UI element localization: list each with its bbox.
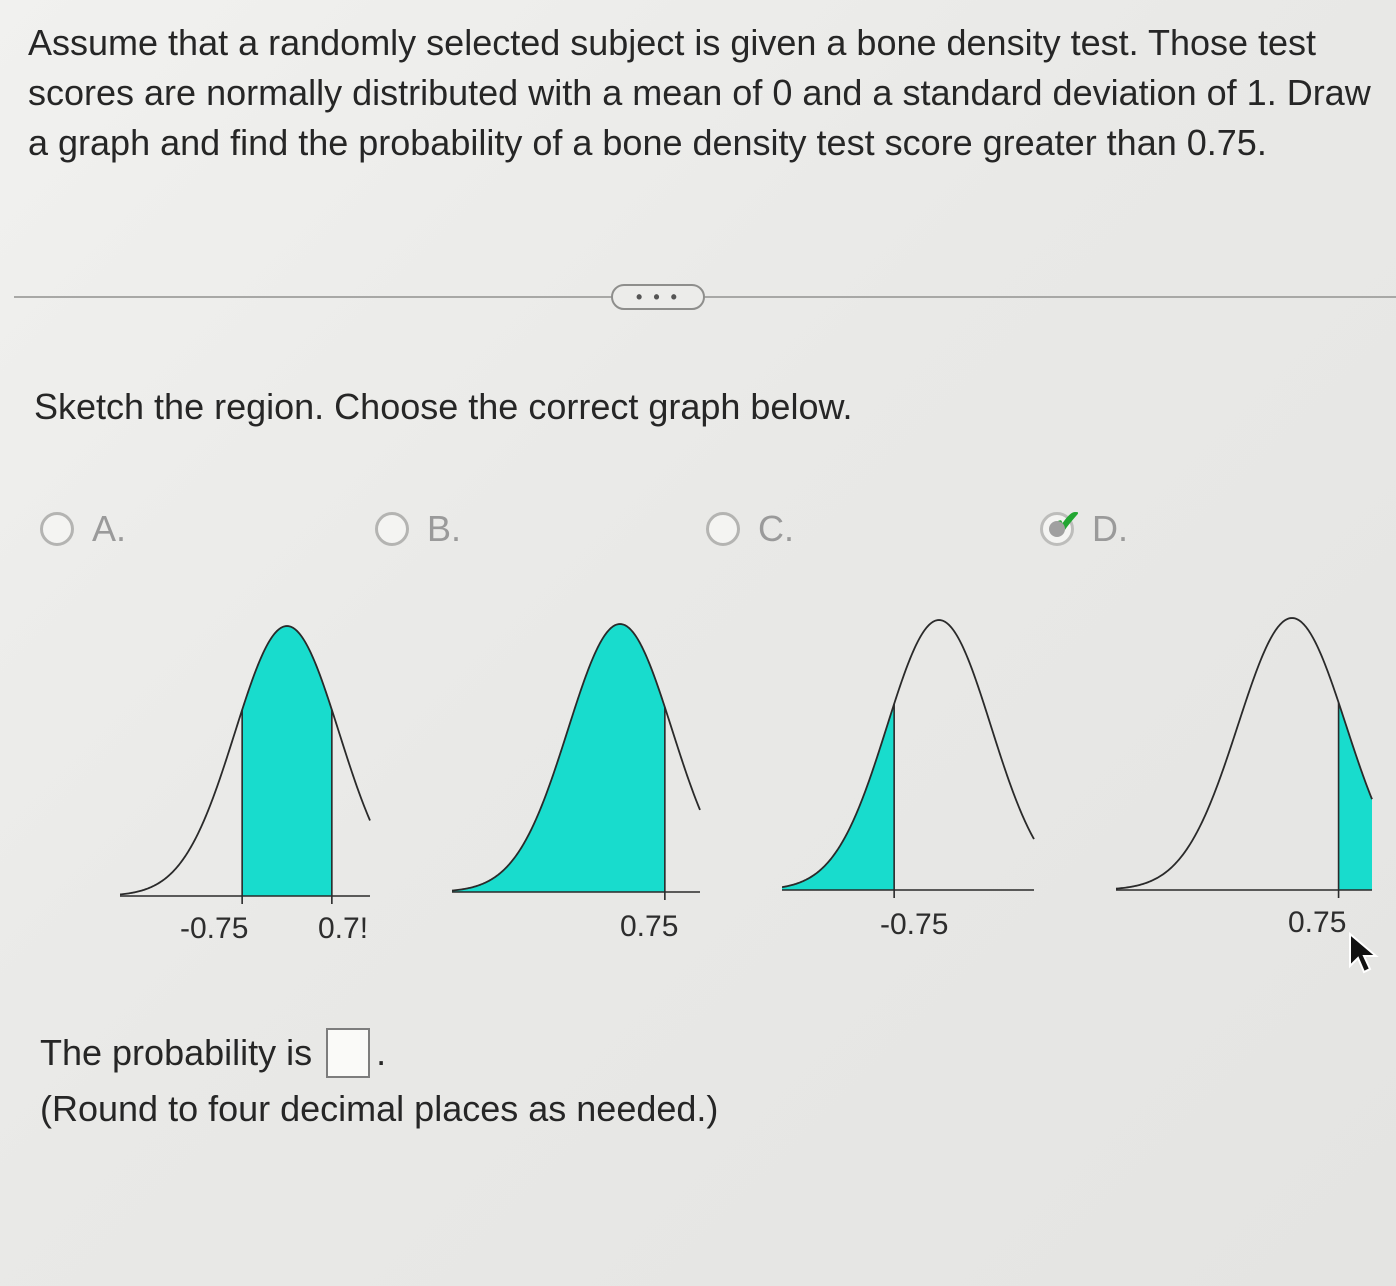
graph-c[interactable]: -0.75 bbox=[782, 600, 1042, 960]
check-icon: ✔ bbox=[1053, 504, 1082, 542]
shaded-region bbox=[1338, 702, 1372, 890]
answer-line: The probability is . bbox=[40, 1028, 386, 1078]
answer-prefix: The probability is bbox=[40, 1032, 313, 1073]
radio-button-d[interactable]: ✔ bbox=[1040, 504, 1082, 546]
question-text: Assume that a randomly selected subject … bbox=[28, 22, 1371, 163]
shaded-region bbox=[782, 703, 895, 890]
normal-curve bbox=[1116, 617, 1373, 890]
graph-b-tick-label: 0.75 bbox=[620, 910, 679, 943]
graph-b[interactable]: 0.75 bbox=[452, 600, 712, 960]
graph-c-tick-label: -0.75 bbox=[880, 908, 949, 941]
radio-button-c[interactable] bbox=[706, 512, 740, 546]
option-d[interactable]: ✔ D. bbox=[1040, 504, 1128, 554]
answer-suffix: . bbox=[376, 1032, 387, 1073]
graph-a-svg bbox=[120, 625, 371, 904]
radio-button-b[interactable] bbox=[375, 512, 409, 546]
option-a-label: A. bbox=[92, 508, 127, 549]
instruction-text: Sketch the region. Choose the correct gr… bbox=[34, 386, 853, 427]
show-more-button[interactable]: • • • bbox=[611, 284, 705, 310]
option-b[interactable]: B. bbox=[375, 504, 461, 554]
rounding-hint: (Round to four decimal places as needed.… bbox=[40, 1088, 719, 1129]
graph-d-svg bbox=[1116, 617, 1373, 898]
shaded-region bbox=[242, 626, 332, 896]
graph-a-tick-label-right: 0.7! bbox=[318, 912, 369, 945]
graph-a-tick-label-left: -0.75 bbox=[180, 912, 249, 945]
graph-b-svg bbox=[452, 623, 701, 900]
radio-button-a[interactable] bbox=[40, 512, 74, 546]
graph-c-svg bbox=[782, 619, 1035, 898]
option-a[interactable]: A. bbox=[40, 504, 126, 554]
divider bbox=[14, 296, 1396, 298]
option-d-label: D. bbox=[1092, 508, 1128, 549]
option-c-label: C. bbox=[758, 508, 794, 549]
option-b-label: B. bbox=[427, 508, 462, 549]
graph-d-tick-label: 0.75 bbox=[1288, 906, 1347, 939]
normal-curve bbox=[782, 619, 1035, 889]
option-c[interactable]: C. bbox=[706, 504, 794, 554]
graph-d[interactable]: 0.75 bbox=[1116, 600, 1376, 960]
mouse-pointer-icon bbox=[1349, 932, 1379, 974]
probability-input[interactable] bbox=[326, 1028, 371, 1078]
graph-a[interactable]: -0.75 0.7! bbox=[120, 600, 380, 960]
